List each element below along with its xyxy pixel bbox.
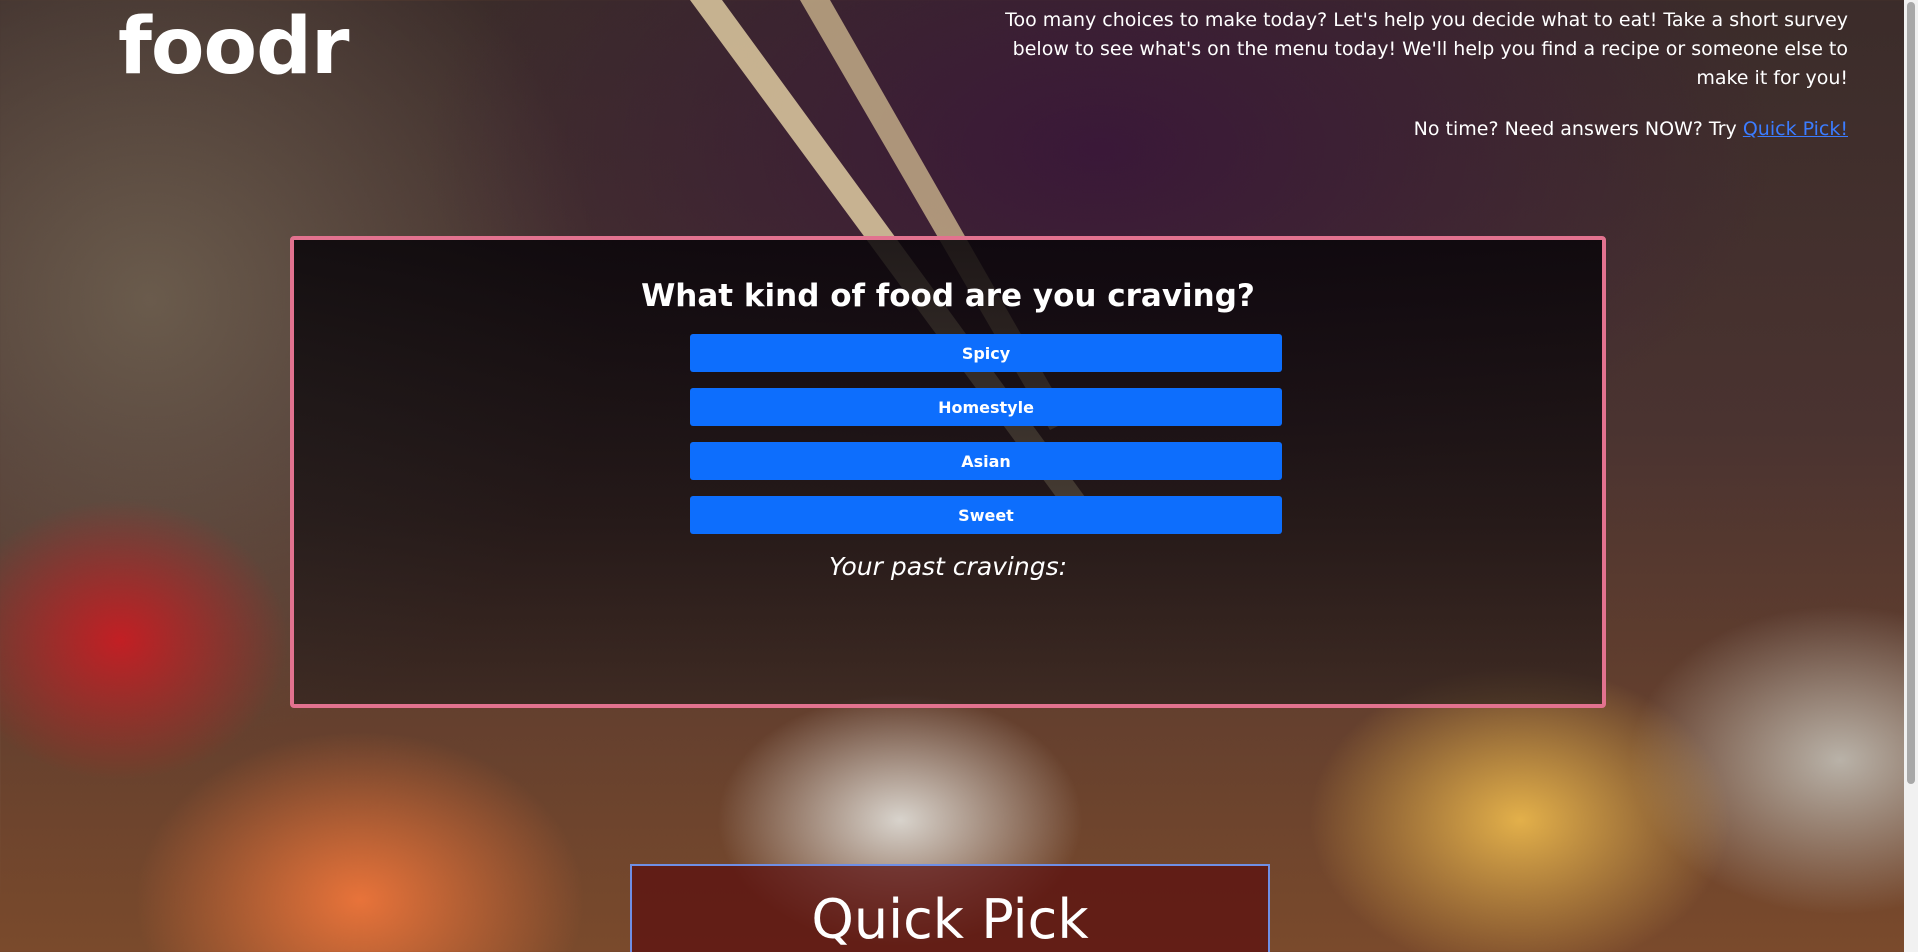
intro-text: Too many choices to make today? Let's he… [1005,9,1848,89]
choice-spicy-button[interactable]: Spicy [690,334,1282,372]
choice-homestyle-button[interactable]: Homestyle [690,388,1282,426]
quick-pick-prompt-text: No time? Need answers NOW? Try [1413,118,1743,140]
choice-asian-button[interactable]: Asian [690,442,1282,480]
quick-pick-prompt: No time? Need answers NOW? Try Quick Pic… [1414,118,1848,140]
page-scrollbar[interactable] [1904,0,1918,952]
past-cravings-label: Your past cravings: [828,552,1068,581]
survey-question: What kind of food are you craving? [641,278,1255,314]
logo[interactable]: foodr [118,8,349,86]
quick-pick-panel: Quick Pick [630,864,1270,952]
scrollbar-thumb[interactable] [1907,2,1915,784]
quick-pick-title: Quick Pick [811,888,1089,951]
choice-list: Spicy Homestyle Asian Sweet [690,334,1282,550]
craving-survey-panel: What kind of food are you craving? Spicy… [290,236,1606,708]
choice-sweet-button[interactable]: Sweet [690,496,1282,534]
quick-pick-link[interactable]: Quick Pick! [1743,118,1848,140]
